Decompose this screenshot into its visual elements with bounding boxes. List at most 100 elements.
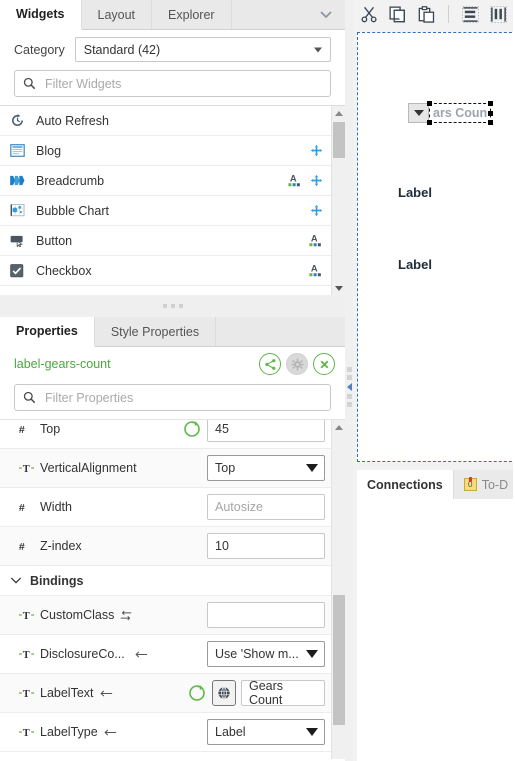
resize-handle-ne[interactable]	[488, 101, 494, 106]
property-row-customclass[interactable]: T CustomClass	[0, 596, 331, 635]
panel-splitter-vertical[interactable]	[345, 352, 353, 422]
widget-badges	[310, 144, 323, 157]
editor-toolbar	[353, 0, 515, 29]
tab-todo[interactable]: 0 To-D	[452, 470, 515, 499]
inbound-binding-icon	[135, 651, 147, 657]
triangle-up-icon	[335, 424, 343, 430]
svg-text:#: #	[19, 501, 25, 513]
widget-row-blog[interactable]: Blog	[0, 136, 331, 166]
tab-layout-label: Layout	[97, 7, 136, 22]
widget-row-checkbox[interactable]: Checkbox A	[0, 256, 331, 286]
widget-list-scrollbar[interactable]	[331, 106, 345, 295]
property-value-input[interactable]: Gears Count	[241, 679, 325, 707]
distribute-vertical-button[interactable]	[461, 4, 479, 24]
selected-widget-box[interactable]: ars Coun	[427, 101, 494, 125]
property-row-top[interactable]: # Top 45	[0, 420, 331, 449]
cut-button[interactable]	[361, 4, 378, 24]
property-value-input[interactable]: 45	[207, 420, 325, 442]
distribute-horizontal-button[interactable]	[490, 4, 507, 24]
property-value-select[interactable]: Use 'Show m...	[207, 641, 325, 667]
tab-layout[interactable]: Layout	[81, 0, 153, 29]
category-select-value: Standard (42)	[83, 42, 161, 57]
property-row-width[interactable]: # Width Autosize	[0, 488, 331, 527]
widget-row-auto-refresh[interactable]: Auto Refresh	[0, 106, 331, 136]
property-value-select[interactable]: Top	[207, 455, 325, 481]
copy-button[interactable]	[389, 4, 406, 24]
tab-overflow-button[interactable]	[307, 0, 345, 29]
selected-widget[interactable]: ars Coun	[408, 101, 494, 125]
filter-widgets-input[interactable]	[43, 75, 322, 92]
share-button[interactable]	[259, 353, 281, 375]
property-control: Label	[207, 719, 325, 745]
property-value-input[interactable]	[207, 602, 325, 628]
property-row-labeltext[interactable]: T LabelText Gears Count	[0, 674, 331, 713]
property-name: Z-index	[40, 539, 82, 553]
breadcrumb-icon	[10, 175, 32, 186]
scrollbar-thumb[interactable]	[333, 122, 345, 158]
tab-properties[interactable]: Properties	[0, 317, 95, 347]
widget-badges: A	[287, 172, 323, 190]
widget-row-bubble-chart[interactable]: Bubble Chart	[0, 196, 331, 226]
category-select[interactable]: Standard (42)	[74, 37, 331, 62]
refresh-icon[interactable]	[182, 420, 202, 439]
tab-style-properties-label: Style Properties	[110, 324, 200, 339]
design-canvas[interactable]: ars Coun Label Label	[357, 32, 515, 462]
property-value-input[interactable]: 10	[207, 533, 325, 559]
close-icon	[320, 360, 328, 368]
checkbox-icon	[10, 263, 32, 278]
scrollbar-thumb[interactable]	[333, 595, 345, 725]
resize-handle-nw[interactable]	[427, 101, 432, 106]
resize-handle-e[interactable]	[488, 111, 494, 116]
tab-properties-label: Properties	[16, 324, 78, 338]
resize-handle-se[interactable]	[488, 120, 494, 125]
resize-handle-sw[interactable]	[427, 120, 432, 125]
paste-button[interactable]	[417, 4, 434, 24]
tab-todo-label: To-D	[481, 477, 509, 492]
splitter-dot	[346, 394, 352, 399]
svg-text:T: T	[23, 650, 30, 660]
panel-splitter-horizontal[interactable]	[0, 295, 345, 317]
property-name: CustomClass	[40, 608, 207, 622]
widget-dropdown-handle[interactable]	[408, 103, 429, 123]
share-icon	[264, 358, 275, 370]
widget-name: Breadcrumb	[36, 173, 105, 188]
scroll-up-button[interactable]	[332, 420, 345, 434]
property-group-bindings[interactable]: Bindings	[0, 566, 331, 596]
close-button[interactable]	[313, 353, 335, 375]
scroll-up-button[interactable]	[332, 106, 345, 120]
property-name-text: LabelText	[40, 686, 94, 700]
property-row-verticalalignment[interactable]: T VerticalAlignment Top	[0, 449, 331, 488]
widget-row-button[interactable]: Button A	[0, 226, 331, 256]
refresh-icon[interactable]	[187, 683, 207, 703]
property-row-z-index[interactable]: # Z-index 10	[0, 527, 331, 566]
text-icon: T	[18, 726, 40, 738]
properties-list-scrollbar[interactable]	[331, 420, 345, 759]
property-row-disclosurecontent[interactable]: T DisclosureCo... Use 'Show m...	[0, 635, 331, 674]
tab-widgets[interactable]: Widgets	[0, 0, 82, 30]
property-value-select[interactable]: Label	[207, 719, 325, 745]
filter-properties-input[interactable]	[43, 389, 322, 406]
selected-object-row: label-gears-count	[0, 347, 345, 381]
canvas-label-2[interactable]: Label	[398, 257, 432, 272]
property-row-labeltype[interactable]: T LabelType Label	[0, 713, 331, 752]
move-icon	[310, 144, 323, 157]
filter-widgets-box[interactable]	[14, 70, 331, 97]
svg-text:A: A	[311, 233, 318, 243]
property-value-input[interactable]: Autosize	[207, 494, 325, 520]
tab-explorer[interactable]: Explorer	[152, 0, 232, 29]
widget-row-breadcrumb[interactable]: Breadcrumb A	[0, 166, 331, 196]
filter-properties-box[interactable]	[14, 384, 331, 411]
selected-widget-text: ars Coun	[433, 106, 488, 120]
bottom-panel-body	[357, 499, 515, 761]
tab-style-properties[interactable]: Style Properties	[94, 317, 217, 346]
property-name-text: DisclosureCo...	[40, 647, 125, 661]
tab-connections[interactable]: Connections	[357, 470, 453, 499]
splitter-dot	[170, 304, 175, 308]
property-control	[207, 602, 325, 628]
chevron-down-icon	[306, 728, 318, 736]
collapse-panel-icon[interactable]	[346, 383, 352, 391]
canvas-label-1[interactable]: Label	[398, 185, 432, 200]
app-root: Widgets Layout Explorer Category Standar…	[0, 0, 515, 761]
localize-button[interactable]	[212, 680, 236, 706]
scroll-down-button[interactable]	[332, 281, 345, 295]
